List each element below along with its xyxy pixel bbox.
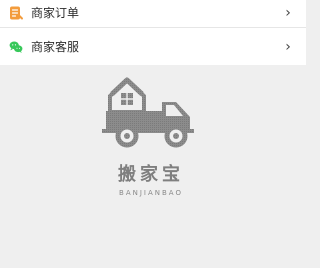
merchant-service-label: 商家客服 (31, 40, 80, 54)
wechat-icon (8, 39, 24, 55)
chevron-right-icon: › (285, 5, 291, 21)
brand-logo: 搬家宝 BANJIANBAO (99, 164, 203, 198)
merchant-service-row[interactable]: 商家客服 › (0, 28, 306, 65)
merchant-orders-label: 商家订单 (31, 6, 80, 20)
order-icon (8, 5, 24, 21)
chevron-right-icon: › (285, 39, 291, 55)
brand-name-pinyin: BANJIANBAO (119, 189, 183, 197)
brand-name-cn: 搬家宝 (118, 164, 184, 185)
merchant-menu: 商家订单 › 商家客服 › (0, 0, 306, 65)
moving-truck-logo (102, 71, 198, 149)
merchant-orders-row[interactable]: 商家订单 › (0, 0, 306, 28)
